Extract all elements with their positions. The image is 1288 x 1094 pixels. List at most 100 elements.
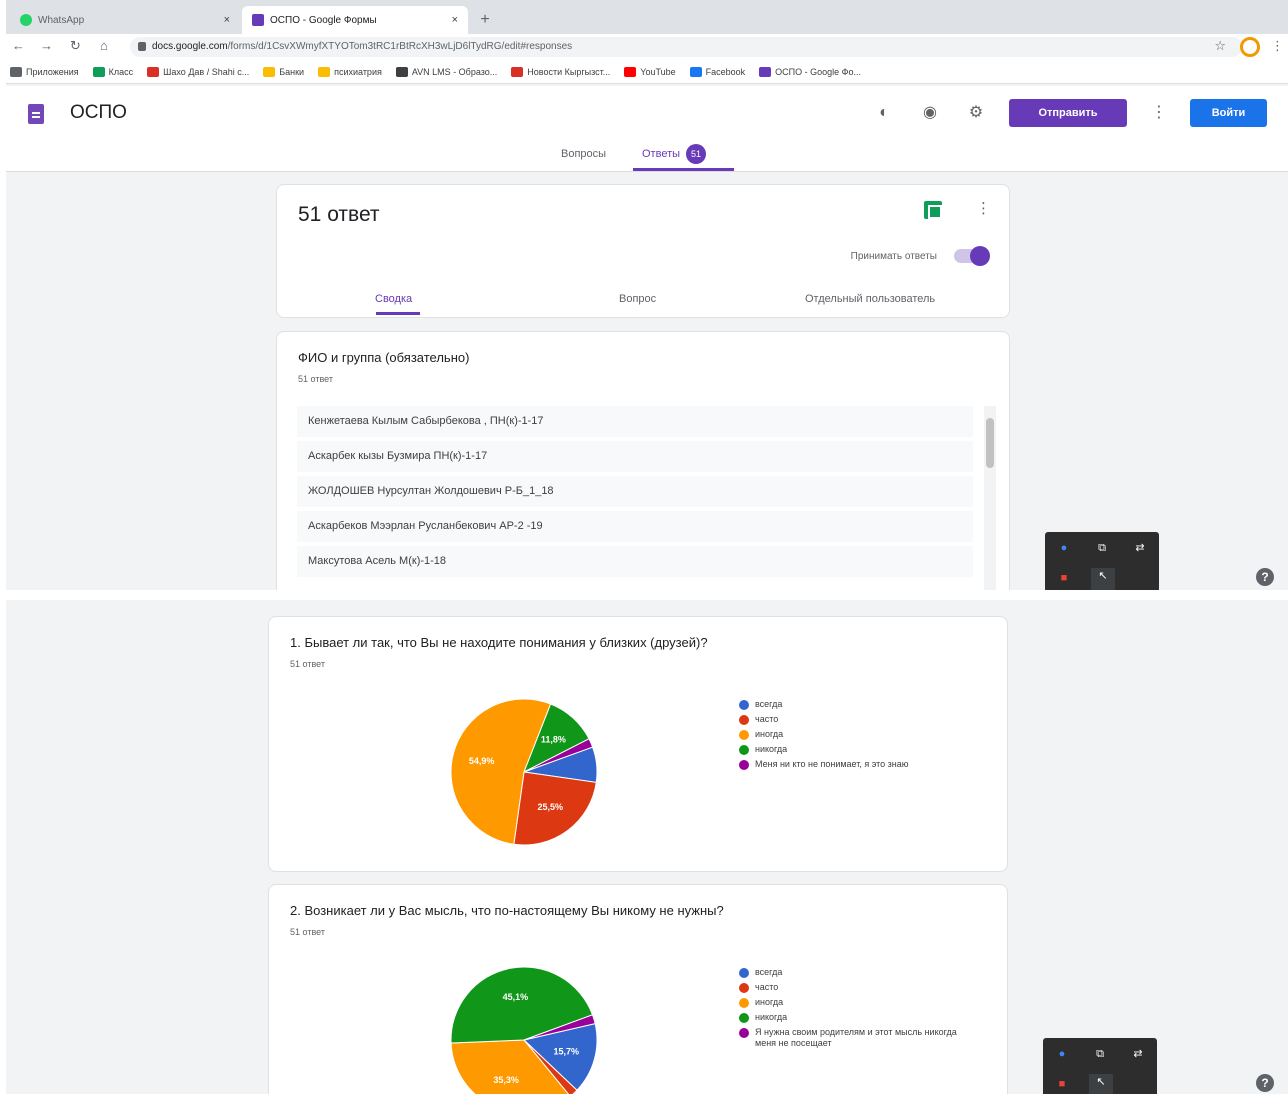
legend-item: всегда bbox=[739, 967, 969, 978]
close-tab-icon[interactable]: × bbox=[452, 14, 458, 26]
bookmark-star-icon[interactable]: ☆ bbox=[1214, 38, 1226, 54]
legend-label: Я нужна своим родителям и этот мысль ник… bbox=[755, 1027, 957, 1048]
widget-dot-icon[interactable]: ● bbox=[1055, 540, 1073, 556]
url-host: docs.google.com bbox=[152, 41, 228, 52]
widget-record-icon[interactable]: ■ bbox=[1055, 570, 1073, 586]
tab-responses[interactable]: Ответы 51 bbox=[642, 144, 707, 164]
eye-icon[interactable]: ◉ bbox=[919, 102, 941, 124]
bookmark-icon bbox=[92, 66, 105, 77]
bookmark-label: Шахо Дав / Shahi с... bbox=[163, 66, 250, 77]
legend-item: никогда bbox=[739, 744, 909, 755]
screenshot-bottom: 1. Бывает ли так, что Вы не находите пон… bbox=[6, 600, 1288, 1094]
chart-legend: всегда часто иногда никогда Я нужна своим ро… bbox=[739, 967, 969, 1053]
scrollbar[interactable] bbox=[984, 406, 996, 590]
tab-summary[interactable]: Сводка bbox=[375, 293, 412, 305]
bookmark-icon bbox=[147, 66, 160, 77]
slice-label: 25,5% bbox=[538, 802, 564, 812]
bookmark-label: Приложения bbox=[26, 66, 79, 77]
widget-swap-icon[interactable]: ⇄ bbox=[1129, 1046, 1147, 1062]
response-row: Аскарбеков Мээрлан Русланбекович АР-2 -1… bbox=[297, 511, 973, 542]
legend-swatch bbox=[739, 730, 749, 740]
sheets-icon[interactable] bbox=[924, 201, 942, 219]
gear-icon[interactable]: ⚙ bbox=[965, 102, 987, 124]
bookmark-item[interactable]: ОСПО - Google Фо... bbox=[759, 66, 862, 77]
bookmark-item[interactable]: Facebook bbox=[689, 66, 745, 77]
legend-label: никогда bbox=[755, 1012, 788, 1022]
pie-chart: 25,5% 54,9% 11,8% bbox=[450, 698, 598, 846]
bookmark-label: AVN LMS - Образо... bbox=[411, 66, 498, 77]
more-options-icon[interactable]: ⋮ bbox=[976, 199, 991, 217]
forms-favicon-icon bbox=[252, 14, 264, 26]
url-input[interactable]: docs.google.com/forms/d/1CsvXWmyfXTYOTom… bbox=[130, 37, 1242, 57]
send-button[interactable]: Отправить bbox=[1009, 99, 1127, 127]
legend-item: иногда bbox=[739, 997, 969, 1008]
widget-copy-icon[interactable]: ⧉ bbox=[1091, 1046, 1109, 1062]
bookmark-item[interactable]: Шахо Дав / Shahi с... bbox=[147, 66, 250, 77]
active-tab-indicator bbox=[633, 168, 734, 171]
profile-avatar-icon[interactable] bbox=[1240, 37, 1260, 57]
response-row: ЖОЛДОШЕВ Нурсултан Жолдошевич Р-Б_1_18 bbox=[297, 476, 973, 507]
legend-swatch bbox=[739, 1028, 749, 1038]
question-response-count: 51 ответ bbox=[290, 927, 325, 937]
bookmark-icon bbox=[263, 66, 276, 77]
widget-copy-icon[interactable]: ⧉ bbox=[1093, 540, 1111, 556]
slice-label: 45,1% bbox=[503, 992, 529, 1002]
legend-swatch bbox=[739, 968, 749, 978]
widget-swap-icon[interactable]: ⇄ bbox=[1131, 540, 1149, 556]
reload-icon[interactable]: ↻ bbox=[70, 38, 81, 54]
bookmark-item[interactable]: Новости Кыргызст... bbox=[511, 66, 611, 77]
legend-swatch bbox=[739, 745, 749, 755]
bookmark-item[interactable]: психиатрия bbox=[318, 66, 382, 77]
accept-responses-label: Принимать ответы bbox=[850, 251, 937, 262]
bookmark-item[interactable]: YouTube bbox=[624, 66, 676, 77]
responses-count-badge: 51 bbox=[686, 144, 707, 164]
question-response-count: 51 ответ bbox=[298, 374, 333, 384]
response-row: Кенжетаева Кылым Сабырбекова , ПН(к)-1-1… bbox=[297, 406, 973, 437]
bookmark-item[interactable]: Класс bbox=[92, 66, 133, 77]
legend-item: часто bbox=[739, 982, 969, 993]
legend-label: иногда bbox=[755, 729, 784, 739]
login-button[interactable]: Войти bbox=[1190, 99, 1267, 127]
browser-menu-icon[interactable]: ⋮ bbox=[1271, 38, 1284, 54]
legend-label: Меня ни кто не понимает, я это знаю bbox=[755, 759, 909, 769]
tab-whatsapp[interactable]: WhatsApp × bbox=[10, 6, 240, 34]
forward-icon[interactable]: → bbox=[40, 38, 53, 53]
accept-responses-toggle[interactable] bbox=[954, 246, 990, 266]
summary-card: 51 ответ ⋮ Принимать ответы Сводка Вопро… bbox=[276, 184, 1010, 318]
new-tab-button[interactable]: + bbox=[474, 10, 496, 30]
chart-legend: всегда часто иногда никогда Меня ни кто не п… bbox=[739, 699, 909, 774]
more-options-icon[interactable]: ⋮ bbox=[1151, 102, 1167, 122]
question-card-fio: ФИО и группа (обязательно) 51 ответ Кенж… bbox=[276, 331, 1010, 590]
back-icon[interactable]: ← bbox=[12, 38, 25, 53]
scrollbar-thumb[interactable] bbox=[986, 418, 994, 468]
tab-questions[interactable]: Вопросы bbox=[561, 148, 606, 160]
tab-question[interactable]: Вопрос bbox=[619, 293, 656, 305]
bookmark-icon bbox=[511, 66, 524, 77]
help-icon[interactable]: ? bbox=[1256, 1074, 1274, 1092]
legend-item: никогда bbox=[739, 1012, 969, 1023]
widget-record-icon[interactable]: ■ bbox=[1053, 1076, 1071, 1092]
palette-icon[interactable]: ◐ bbox=[873, 102, 895, 124]
tab-forms[interactable]: ОСПО - Google Формы × bbox=[242, 6, 468, 34]
bookmark-label: ОСПО - Google Фо... bbox=[775, 66, 862, 77]
legend-item: Меня ни кто не понимает, я это знаю bbox=[739, 759, 909, 770]
widget-cursor-icon[interactable]: ↖ bbox=[1091, 568, 1115, 590]
bookmark-icon bbox=[689, 66, 702, 77]
bookmark-label: Новости Кыргызст... bbox=[527, 66, 611, 77]
bookmark-label: YouTube bbox=[640, 66, 676, 77]
bookmark-item[interactable]: AVN LMS - Образо... bbox=[395, 66, 498, 77]
help-icon[interactable]: ? bbox=[1256, 568, 1274, 586]
bookmark-item[interactable]: Банки bbox=[263, 66, 304, 77]
legend-label: иногда bbox=[755, 997, 784, 1007]
close-tab-icon[interactable]: × bbox=[224, 14, 230, 26]
legend-swatch bbox=[739, 760, 749, 770]
form-title[interactable]: ОСПО bbox=[70, 102, 127, 124]
slice-label: 54,9% bbox=[469, 756, 495, 766]
tab-individual[interactable]: Отдельный пользователь bbox=[805, 293, 935, 305]
bookmark-icon bbox=[759, 66, 772, 77]
widget-cursor-icon[interactable]: ↖ bbox=[1089, 1074, 1113, 1094]
home-icon[interactable]: ⌂ bbox=[100, 38, 108, 53]
widget-dot-icon[interactable]: ● bbox=[1053, 1046, 1071, 1062]
bookmark-item[interactable]: Приложения bbox=[10, 66, 79, 77]
bookmark-icon bbox=[624, 66, 637, 77]
